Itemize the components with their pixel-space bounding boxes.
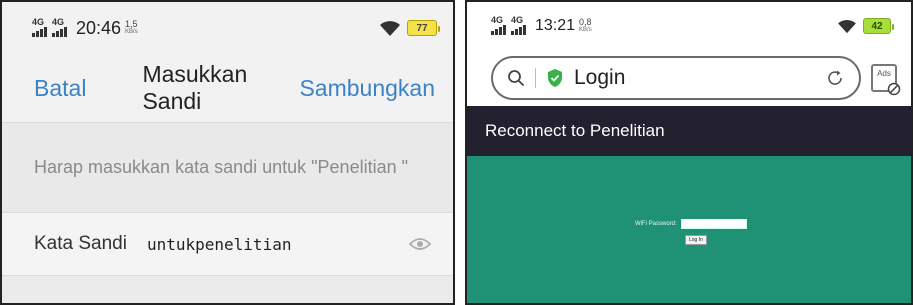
signal-icon: 4G <box>491 15 509 35</box>
url-text[interactable]: Login <box>574 66 625 90</box>
status-bar: 4G 4G 20:46 1,5 KB/s 77 <box>2 2 453 54</box>
network-indicators: 4G 4G <box>32 17 70 37</box>
signal-icon: 4G <box>52 17 70 37</box>
wifi-password-dialog-screen: 4G 4G 20:46 1,5 KB/s 77 Batal Masukkan S… <box>0 0 455 305</box>
ads-block-icon <box>887 82 901 96</box>
reload-icon[interactable] <box>825 68 845 88</box>
eye-icon[interactable] <box>409 237 431 251</box>
address-bar-divider <box>535 68 536 88</box>
signal-icon: 4G <box>32 17 50 37</box>
battery-level: 77 <box>416 22 428 34</box>
wifi-icon <box>380 21 400 36</box>
wifi-password-row: WiFi Password: <box>635 219 747 229</box>
password-field-row[interactable]: Kata Sandi untukpenelitian <box>2 212 453 276</box>
search-icon[interactable] <box>507 69 525 87</box>
dialog-header: Batal Masukkan Sandi Sambungkan <box>2 54 453 122</box>
address-bar[interactable]: Login <box>491 56 861 100</box>
portal-header: Reconnect to Penelitian <box>467 106 911 156</box>
password-label: Kata Sandi <box>34 233 127 254</box>
password-input[interactable]: untukpenelitian <box>147 235 292 254</box>
network-indicators: 4G 4G <box>491 15 529 35</box>
wifi-password-input[interactable] <box>680 219 747 229</box>
browser-toolbar: Login Ads <box>467 50 911 106</box>
portal-title: Reconnect to Penelitian <box>485 121 665 140</box>
login-button[interactable]: Log In <box>685 235 707 245</box>
signal-icon: 4G <box>511 15 529 35</box>
wifi-password-label: WiFi Password: <box>635 221 677 227</box>
status-bar: 4G 4G 13:21 0,8 KB/s 42 <box>467 2 911 50</box>
ads-block-button[interactable]: Ads <box>871 64 901 96</box>
dialog-title: Masukkan Sandi <box>142 61 248 114</box>
wifi-icon <box>838 19 856 34</box>
dialog-message-area: Harap masukkan kata sandi untuk "Penelit… <box>2 122 453 212</box>
captive-portal-screen: 4G 4G 13:21 0,8 KB/s 42 Login Ads Reconn… <box>465 0 913 305</box>
battery-icon: 42 <box>863 18 894 34</box>
portal-body: WiFi Password: Log In <box>467 156 911 303</box>
battery-icon: 77 <box>407 20 440 36</box>
cancel-button[interactable]: Batal <box>34 75 86 102</box>
ads-label: Ads <box>877 69 891 78</box>
status-time: 20:46 <box>76 17 122 38</box>
battery-level: 42 <box>871 20 883 32</box>
network-speed: 0,8 KB/s <box>579 17 592 34</box>
dialog-bottom-area <box>2 276 453 303</box>
connect-button[interactable]: Sambungkan <box>299 75 435 102</box>
dialog-message: Harap masukkan kata sandi untuk "Penelit… <box>34 157 408 177</box>
network-speed: 1,5 KB/s <box>125 19 138 36</box>
status-time: 13:21 <box>535 17 576 34</box>
shield-check-icon <box>548 69 562 87</box>
